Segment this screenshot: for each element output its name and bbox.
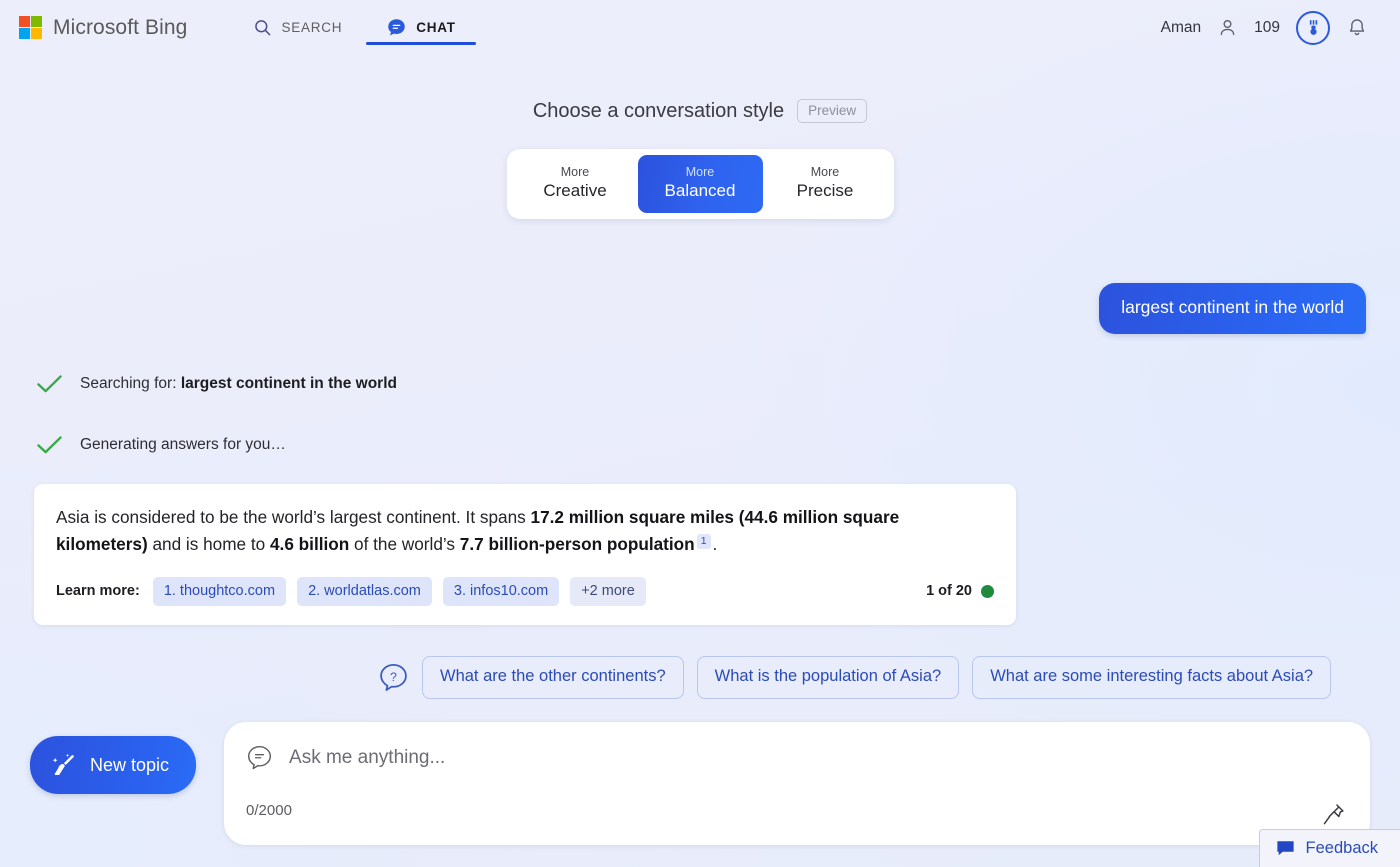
tab-search-label: SEARCH xyxy=(281,20,343,35)
answer-trailing: . xyxy=(712,534,718,555)
nav-tabs: SEARCH CHAT xyxy=(231,0,477,55)
suggestions-row: ? What are the other continents? What is… xyxy=(34,655,1366,699)
answer-sources-row: Learn more: 1. thoughtco.com 2. worldatl… xyxy=(34,576,1016,625)
citation-badge-1[interactable]: 1 xyxy=(696,533,711,549)
tab-chat-label: CHAT xyxy=(416,20,456,35)
conversation-style-section: Choose a conversation style Preview More… xyxy=(0,99,1400,219)
status-searching-prefix: Searching for: xyxy=(80,374,181,392)
person-icon[interactable] xyxy=(1217,17,1238,38)
broom-icon xyxy=(50,752,77,779)
answer-seg-5: 7.7 billion-person population xyxy=(459,534,695,555)
feedback-bubble-icon xyxy=(1276,840,1295,857)
style-option-precise-small: More xyxy=(810,165,840,179)
check-icon xyxy=(34,434,64,456)
message-input-placeholder[interactable]: Ask me anything... xyxy=(289,747,445,769)
user-message-bubble: largest continent in the world xyxy=(1099,282,1366,334)
svg-text:?: ? xyxy=(390,670,397,684)
account-name: Aman xyxy=(1160,18,1202,36)
status-searching-text: Searching for: largest continent in the … xyxy=(80,375,397,393)
user-message-row: largest continent in the world xyxy=(34,282,1366,334)
tab-chat[interactable]: CHAT xyxy=(364,0,478,55)
answer-seg-4: of the world’s xyxy=(349,534,460,555)
brand-label: Microsoft Bing xyxy=(53,15,188,39)
suggestion-chip-1[interactable]: What are the other continents? xyxy=(422,655,684,699)
top-navigation-bar: Microsoft Bing SEARCH CHAT Aman 109 xyxy=(0,0,1400,55)
search-icon xyxy=(253,18,272,37)
message-counter: 1 of 20 xyxy=(926,583,994,599)
conversation-style-title: Choose a conversation style xyxy=(532,99,785,122)
style-option-balanced-label: Balanced xyxy=(664,181,736,200)
answer-card: Asia is considered to be the world’s lar… xyxy=(34,483,1016,625)
source-chip-2[interactable]: 2. worldatlas.com xyxy=(297,576,432,606)
composer-area: New topic Ask me anything... 0/2000 xyxy=(30,722,1370,845)
source-chip-3[interactable]: 3. infos10.com xyxy=(442,576,560,606)
style-option-creative-small: More xyxy=(560,165,590,179)
message-counter-label: 1 of 20 xyxy=(926,583,972,600)
message-input-row: Ask me anything... xyxy=(246,744,1344,771)
style-option-creative-label: Creative xyxy=(543,181,607,200)
rewards-medal-icon[interactable] xyxy=(1296,10,1330,45)
microsoft-logo-icon xyxy=(19,16,42,39)
new-topic-button[interactable]: New topic xyxy=(30,736,197,794)
learn-more-label: Learn more: xyxy=(56,583,140,600)
style-option-precise[interactable]: More Precise xyxy=(763,155,888,213)
message-input-shell[interactable]: Ask me anything... 0/2000 xyxy=(224,722,1370,845)
conversation-style-header: Choose a conversation style Preview xyxy=(532,99,868,123)
style-option-balanced[interactable]: More Balanced xyxy=(637,155,763,213)
style-option-balanced-small: More xyxy=(685,165,715,179)
suggestion-chip-3[interactable]: What are some interesting facts about As… xyxy=(972,655,1332,699)
character-counter: 0/2000 xyxy=(246,802,292,819)
status-generating-text: Generating answers for you… xyxy=(80,435,286,453)
pin-icon[interactable] xyxy=(1321,802,1346,827)
answer-seg-2: and is home to xyxy=(147,534,270,555)
source-chip-1[interactable]: 1. thoughtco.com xyxy=(152,576,287,606)
status-line-generating: Generating answers for you… xyxy=(34,434,1366,456)
chat-bubble-icon xyxy=(386,17,407,38)
new-topic-label: New topic xyxy=(90,754,170,775)
account-area: Aman 109 xyxy=(1160,10,1382,45)
suggestion-chip-2[interactable]: What is the population of Asia? xyxy=(696,655,960,699)
more-sources-chip[interactable]: +2 more xyxy=(570,576,646,606)
bing-brand[interactable]: Microsoft Bing xyxy=(19,16,187,40)
tab-search[interactable]: SEARCH xyxy=(231,0,364,55)
rewards-points: 109 xyxy=(1254,18,1280,36)
status-dot-icon xyxy=(981,584,994,598)
chat-thread: largest continent in the world Searching… xyxy=(0,282,1400,699)
question-bubble-icon: ? xyxy=(378,662,409,693)
answer-seg-3: 4.6 billion xyxy=(270,534,350,555)
chat-bubble-outline-icon xyxy=(246,744,273,771)
conversation-style-toggle: More Creative More Balanced More Precise xyxy=(506,149,894,219)
style-option-precise-label: Precise xyxy=(796,181,854,200)
answer-text: Asia is considered to be the world’s lar… xyxy=(34,484,1016,577)
style-option-creative[interactable]: More Creative xyxy=(513,155,638,213)
check-icon xyxy=(34,373,64,395)
feedback-button[interactable]: Feedback xyxy=(1258,829,1400,867)
feedback-label: Feedback xyxy=(1305,839,1378,857)
answer-seg-0: Asia is considered to be the world’s lar… xyxy=(56,506,531,527)
preview-badge[interactable]: Preview xyxy=(797,99,868,123)
status-searching-query: largest continent in the world xyxy=(180,374,397,392)
bell-icon[interactable] xyxy=(1346,17,1368,39)
status-line-searching: Searching for: largest continent in the … xyxy=(34,373,1366,395)
